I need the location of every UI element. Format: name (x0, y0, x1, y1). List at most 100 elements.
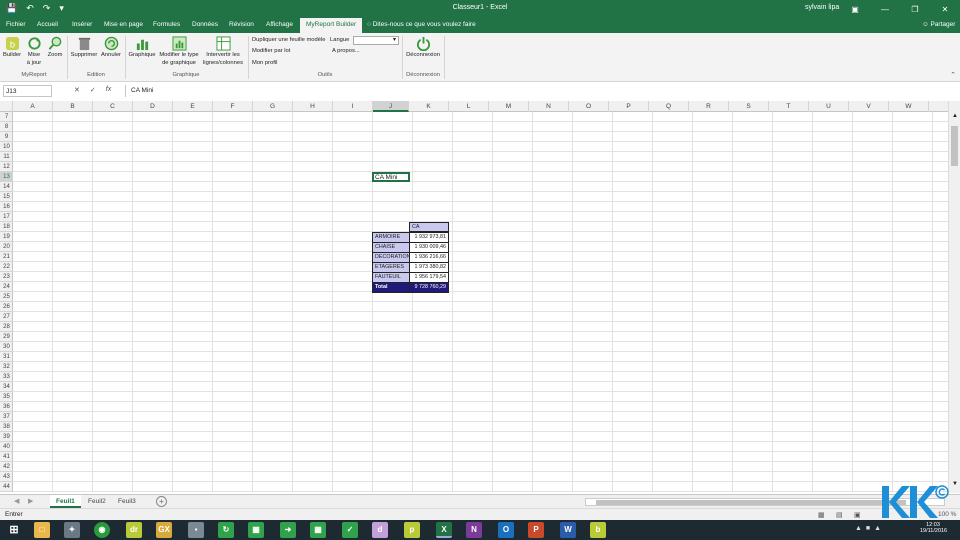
green-app-icon[interactable]: ↻ (218, 522, 234, 538)
row-header-21[interactable]: 21 (0, 252, 13, 262)
tab-donnees[interactable]: Données (192, 21, 218, 28)
column-header-j[interactable]: J (373, 101, 409, 112)
tab-accueil[interactable]: Accueil (37, 21, 58, 28)
column-header-d[interactable]: D (133, 101, 173, 112)
column-header-b[interactable]: B (53, 101, 93, 112)
langue-dropdown[interactable]: ▾ (353, 36, 399, 45)
dupliquer-feuille-button[interactable]: Dupliquer une feuille modèle (252, 37, 325, 43)
app-icon[interactable]: ▪ (188, 522, 204, 538)
close-icon[interactable]: ✕ (930, 0, 960, 18)
page-break-view-icon[interactable]: ▣ (854, 511, 861, 519)
row-header-44[interactable]: 44 (0, 482, 13, 492)
normal-view-icon[interactable]: ▦ (818, 511, 825, 519)
row-header-7[interactable]: 7 (0, 112, 13, 122)
column-header-l[interactable]: L (449, 101, 489, 112)
file-explorer-icon[interactable]: □ (34, 522, 50, 538)
row-header-17[interactable]: 17 (0, 212, 13, 222)
row-header-9[interactable]: 9 (0, 132, 13, 142)
onenote-icon[interactable]: N (466, 522, 482, 538)
add-sheet-icon[interactable]: + (156, 496, 167, 507)
scroll-up-icon[interactable]: ▲ (952, 113, 958, 119)
powerpoint-icon[interactable]: P (528, 522, 544, 538)
column-header-q[interactable]: Q (649, 101, 689, 112)
column-header-i[interactable]: I (333, 101, 373, 112)
system-tray-icons[interactable]: ▲■▲ (855, 525, 885, 532)
tool-icon[interactable]: ✦ (64, 522, 80, 538)
tab-revision[interactable]: Révision (229, 21, 254, 28)
column-header-s[interactable]: S (729, 101, 769, 112)
sheet-tab-feuil2[interactable]: Feuil2 (82, 495, 112, 508)
sheet-tab-feuil1[interactable]: Feuil1 (50, 495, 81, 508)
table-header-ca[interactable]: CA (409, 222, 449, 232)
column-header-v[interactable]: V (849, 101, 889, 112)
scroll-down-icon[interactable]: ▼ (952, 481, 958, 487)
row-header-19[interactable]: 19 (0, 232, 13, 242)
clock[interactable]: 12:03 19/11/2016 (920, 522, 947, 534)
d-app-icon[interactable]: d (372, 522, 388, 538)
row-header-42[interactable]: 42 (0, 462, 13, 472)
insert-function-icon[interactable]: fx (106, 86, 111, 94)
row-header-28[interactable]: 28 (0, 322, 13, 332)
select-all-corner[interactable] (0, 101, 13, 112)
sheet-prev-icon[interactable]: ◀ (14, 497, 19, 505)
active-cell[interactable]: CA Mini (372, 172, 410, 182)
start-icon[interactable]: ⊞ (6, 522, 22, 538)
row-header-29[interactable]: 29 (0, 332, 13, 342)
intervertir-button[interactable]: Intervertir les lignes/colonnes (201, 36, 245, 67)
graphique-button[interactable]: Graphique (127, 36, 157, 60)
column-header-w[interactable]: W (889, 101, 929, 112)
sheet-next-icon[interactable]: ▶ (28, 497, 33, 505)
row-header-18[interactable]: 18 (0, 222, 13, 232)
row-header-8[interactable]: 8 (0, 122, 13, 132)
tab-myreport-builder[interactable]: MyReport Builder (300, 18, 363, 33)
worksheet-grid[interactable] (13, 112, 948, 492)
sheet-tab-feuil3[interactable]: Feuil3 (112, 495, 142, 508)
column-header-t[interactable]: T (769, 101, 809, 112)
a-propos-button[interactable]: A propos... (332, 48, 360, 54)
table-total-label[interactable]: Total (372, 282, 410, 293)
horizontal-scroll-thumb[interactable] (596, 500, 906, 505)
tab-formules[interactable]: Formules (153, 21, 180, 28)
formula-input[interactable]: CA Mini (125, 85, 955, 97)
row-header-23[interactable]: 23 (0, 272, 13, 282)
tab-affichage[interactable]: Affichage (266, 21, 293, 28)
row-header-12[interactable]: 12 (0, 162, 13, 172)
column-header-r[interactable]: R (689, 101, 729, 112)
cancel-icon[interactable]: ✕ (74, 86, 80, 94)
row-header-14[interactable]: 14 (0, 182, 13, 192)
column-header-p[interactable]: P (609, 101, 649, 112)
row-header-37[interactable]: 37 (0, 412, 13, 422)
row-header-33[interactable]: 33 (0, 372, 13, 382)
row-header-43[interactable]: 43 (0, 472, 13, 482)
minimize-icon[interactable]: — (870, 0, 900, 18)
green-app-4-icon[interactable]: ▦ (310, 522, 326, 538)
row-header-34[interactable]: 34 (0, 382, 13, 392)
column-header-f[interactable]: F (213, 101, 253, 112)
gx-app-icon[interactable]: GX (156, 522, 172, 538)
enter-icon[interactable]: ✓ (90, 86, 96, 94)
column-header-k[interactable]: K (409, 101, 449, 112)
row-header-36[interactable]: 36 (0, 402, 13, 412)
row-header-25[interactable]: 25 (0, 292, 13, 302)
vertical-scrollbar[interactable]: ▲ ▼ (948, 101, 960, 493)
excel-icon[interactable]: X (436, 522, 452, 538)
supprimer-button[interactable]: Supprimer (69, 36, 99, 60)
vertical-scroll-thumb[interactable] (951, 126, 958, 166)
row-header-26[interactable]: 26 (0, 302, 13, 312)
page-layout-view-icon[interactable]: ▤ (836, 511, 843, 519)
row-header-11[interactable]: 11 (0, 152, 13, 162)
mise-a-jour-button[interactable]: Mise à jour (24, 36, 44, 67)
column-header-h[interactable]: H (293, 101, 333, 112)
dr-app-icon[interactable]: dr (126, 522, 142, 538)
zoom-button[interactable]: Zoom (45, 36, 65, 60)
green-app-3-icon[interactable]: ➜ (280, 522, 296, 538)
row-header-16[interactable]: 16 (0, 202, 13, 212)
ribbon-display-options-icon[interactable]: ▣ (840, 0, 870, 18)
row-header-24[interactable]: 24 (0, 282, 13, 292)
column-header-a[interactable]: A (13, 101, 53, 112)
column-header-o[interactable]: O (569, 101, 609, 112)
modifier-par-lot-button[interactable]: Modifier par lot (252, 48, 290, 54)
row-header-15[interactable]: 15 (0, 192, 13, 202)
column-header-n[interactable]: N (529, 101, 569, 112)
tab-inserer[interactable]: Insérer (72, 21, 92, 28)
